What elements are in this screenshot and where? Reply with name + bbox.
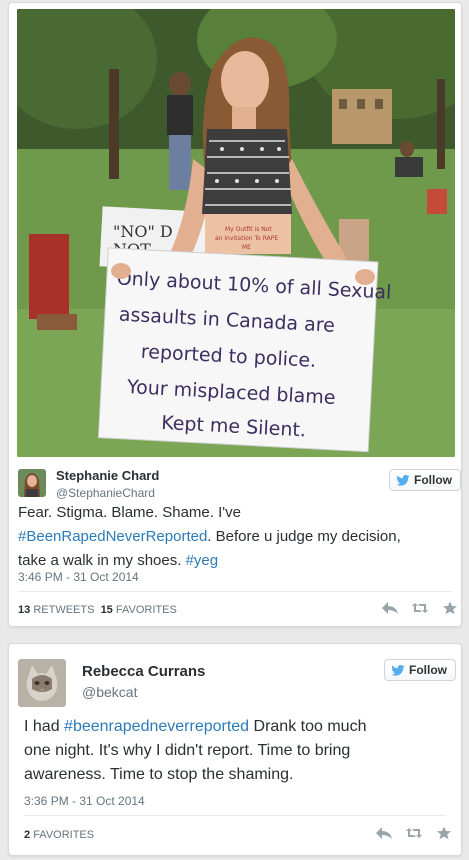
reply-icon[interactable] bbox=[375, 826, 393, 840]
user-name[interactable]: Rebecca Currans bbox=[82, 663, 205, 680]
protest-photo-illustration: "NO" D NOT My Outfit is Not bbox=[17, 9, 455, 457]
reply-icon[interactable] bbox=[381, 601, 399, 615]
tweet-text: I had #beenrapedneverreported Drank too … bbox=[24, 715, 454, 787]
tweet-actions bbox=[375, 826, 453, 840]
tweet-card-rebecca: Rebecca Currans @bekcat Follow I had #be… bbox=[8, 643, 462, 856]
follow-button[interactable]: Follow bbox=[389, 469, 461, 491]
back-sign-text: "NO" D bbox=[113, 222, 173, 241]
tweet-timestamp[interactable]: 3:46 PM - 31 Oct 2014 bbox=[18, 570, 139, 584]
hashtag-link[interactable]: #beenrapedneverreported bbox=[64, 718, 249, 735]
user-handle[interactable]: @bekcat bbox=[82, 684, 137, 700]
retweets-count[interactable]: 13 bbox=[18, 604, 30, 616]
belly-text-3: ME bbox=[242, 244, 251, 251]
tweet-text-part: . Before u judge my decision, bbox=[207, 528, 401, 545]
divider bbox=[18, 591, 452, 592]
favorite-icon[interactable] bbox=[435, 826, 453, 840]
tweet-text-part: Drank too much bbox=[249, 718, 367, 735]
hashtag-link[interactable]: #yeg bbox=[186, 552, 219, 569]
tweet-stats: 2 FAVORITES bbox=[24, 829, 94, 841]
retweet-icon[interactable] bbox=[405, 826, 423, 840]
tweet-text-part: awareness. Time to stop the shaming. bbox=[24, 766, 294, 783]
tweet-text-part: I had bbox=[24, 718, 60, 735]
user-name[interactable]: Stephanie Chard bbox=[56, 468, 159, 483]
follow-button-label: Follow bbox=[414, 473, 452, 487]
avatar[interactable] bbox=[18, 659, 66, 707]
tweet-photo[interactable]: "NO" D NOT My Outfit is Not bbox=[17, 9, 455, 457]
belly-text-2: an invitation To RAPE bbox=[215, 235, 278, 242]
favorites-label[interactable]: FAVORITES bbox=[33, 829, 94, 841]
follow-button-label: Follow bbox=[409, 663, 447, 677]
tweet-text: Fear. Stigma. Blame. Shame. I've #BeenRa… bbox=[18, 501, 454, 573]
tweet-text-part: Fear. Stigma. Blame. Shame. I've bbox=[18, 504, 241, 521]
retweet-icon[interactable] bbox=[411, 601, 429, 615]
user-handle[interactable]: @StephanieChard bbox=[56, 486, 155, 500]
hashtag-link[interactable]: #BeenRapedNeverReported bbox=[18, 528, 207, 545]
divider bbox=[24, 815, 446, 816]
retweets-label[interactable]: RETWEETS bbox=[33, 604, 94, 616]
avatar[interactable] bbox=[18, 469, 46, 497]
favorite-icon[interactable] bbox=[441, 601, 459, 615]
tweet-card-stephanie: "NO" D NOT My Outfit is Not bbox=[8, 2, 462, 627]
favorites-count[interactable]: 15 bbox=[101, 604, 113, 616]
tweet-timestamp[interactable]: 3:36 PM - 31 Oct 2014 bbox=[24, 794, 145, 808]
belly-text: My Outfit is Not bbox=[225, 226, 272, 233]
tweet-text-part: one night. It's why I didn't report. Tim… bbox=[24, 742, 351, 759]
twitter-bird-icon bbox=[391, 664, 405, 676]
favorites-label[interactable]: FAVORITES bbox=[116, 604, 177, 616]
tweet-actions bbox=[381, 601, 459, 615]
tweet-text-part: take a walk in my shoes. bbox=[18, 552, 182, 569]
twitter-bird-icon bbox=[396, 474, 410, 486]
tweet-stats: 13 RETWEETS 15 FAVORITES bbox=[18, 604, 177, 616]
follow-button[interactable]: Follow bbox=[384, 659, 456, 681]
favorites-count[interactable]: 2 bbox=[24, 829, 30, 841]
